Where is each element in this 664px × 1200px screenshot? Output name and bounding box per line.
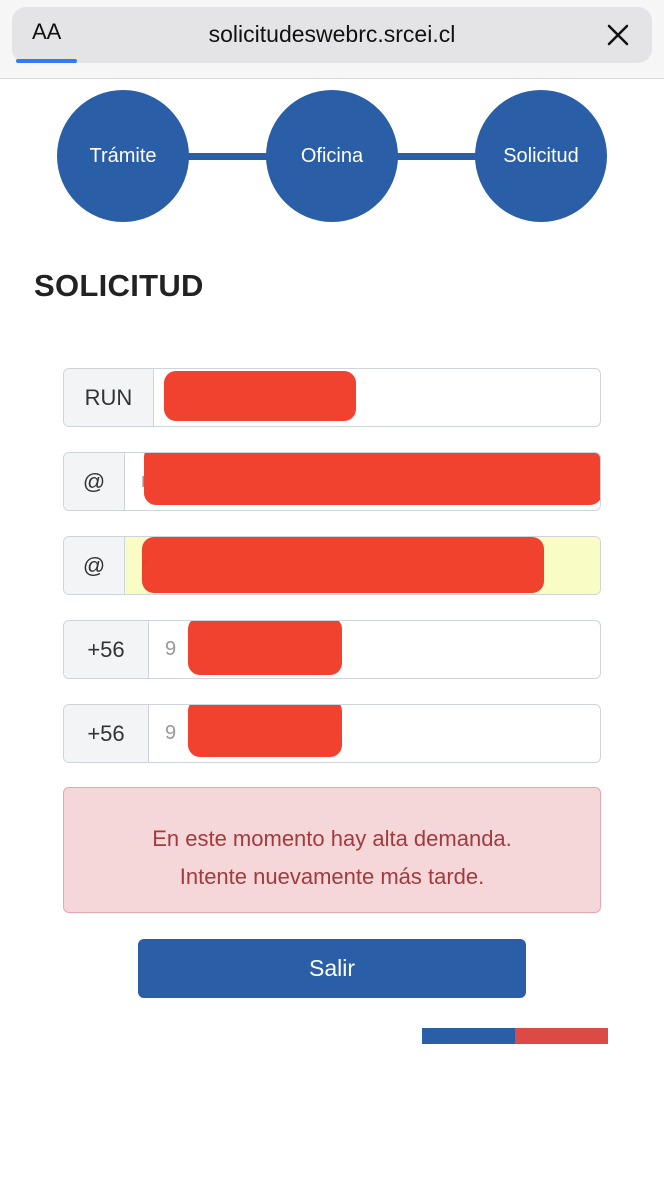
run-prefix: RUN bbox=[64, 369, 154, 426]
redaction-mark bbox=[142, 537, 544, 593]
page-title: SOLICITUD bbox=[34, 268, 204, 303]
url-text[interactable]: solicitudeswebrc.srcei.cl bbox=[122, 21, 542, 48]
redaction-mark bbox=[144, 453, 600, 505]
browser-top-bar: AA solicitudeswebrc.srcei.cl bbox=[0, 0, 664, 79]
redaction-mark bbox=[188, 705, 342, 757]
step-oficina: Oficina bbox=[266, 90, 398, 222]
phone-prefix: +56 bbox=[64, 621, 149, 678]
close-icon[interactable] bbox=[604, 21, 632, 49]
step-tramite: Trámite bbox=[57, 90, 189, 222]
email-confirm-input-group: @ bbox=[63, 536, 601, 595]
email-prefix: @ bbox=[64, 453, 125, 510]
step-connector bbox=[180, 153, 280, 160]
exit-button[interactable]: Salir bbox=[138, 939, 526, 998]
address-bar[interactable]: AA solicitudeswebrc.srcei.cl bbox=[12, 7, 652, 63]
flag-stripe-blue bbox=[422, 1028, 515, 1044]
alert-line-1: En este momento hay alta demanda. bbox=[152, 826, 512, 851]
redaction-mark bbox=[188, 621, 342, 675]
run-input-group: RUN bbox=[63, 368, 601, 427]
phone-confirm-prefix: +56 bbox=[64, 705, 149, 762]
phone-input-group: +56 bbox=[63, 620, 601, 679]
email-input-group: @ bbox=[63, 452, 601, 511]
text-size-button[interactable]: AA bbox=[32, 19, 72, 51]
alert-line-2: Intente nuevamente más tarde. bbox=[179, 864, 485, 889]
step-indicator: Trámite Oficina Solicitud bbox=[0, 90, 664, 222]
high-demand-alert: En este momento hay alta demanda. Intent… bbox=[63, 787, 601, 913]
phone-confirm-input-group: +56 bbox=[63, 704, 601, 763]
redaction-mark bbox=[164, 371, 356, 421]
text-size-label: AA bbox=[32, 19, 62, 44]
flag-stripe-red bbox=[515, 1028, 608, 1044]
step-solicitud: Solicitud bbox=[475, 90, 607, 222]
page-load-progress bbox=[16, 59, 77, 63]
flag-stripe bbox=[422, 1028, 608, 1044]
email-confirm-prefix: @ bbox=[64, 537, 125, 594]
